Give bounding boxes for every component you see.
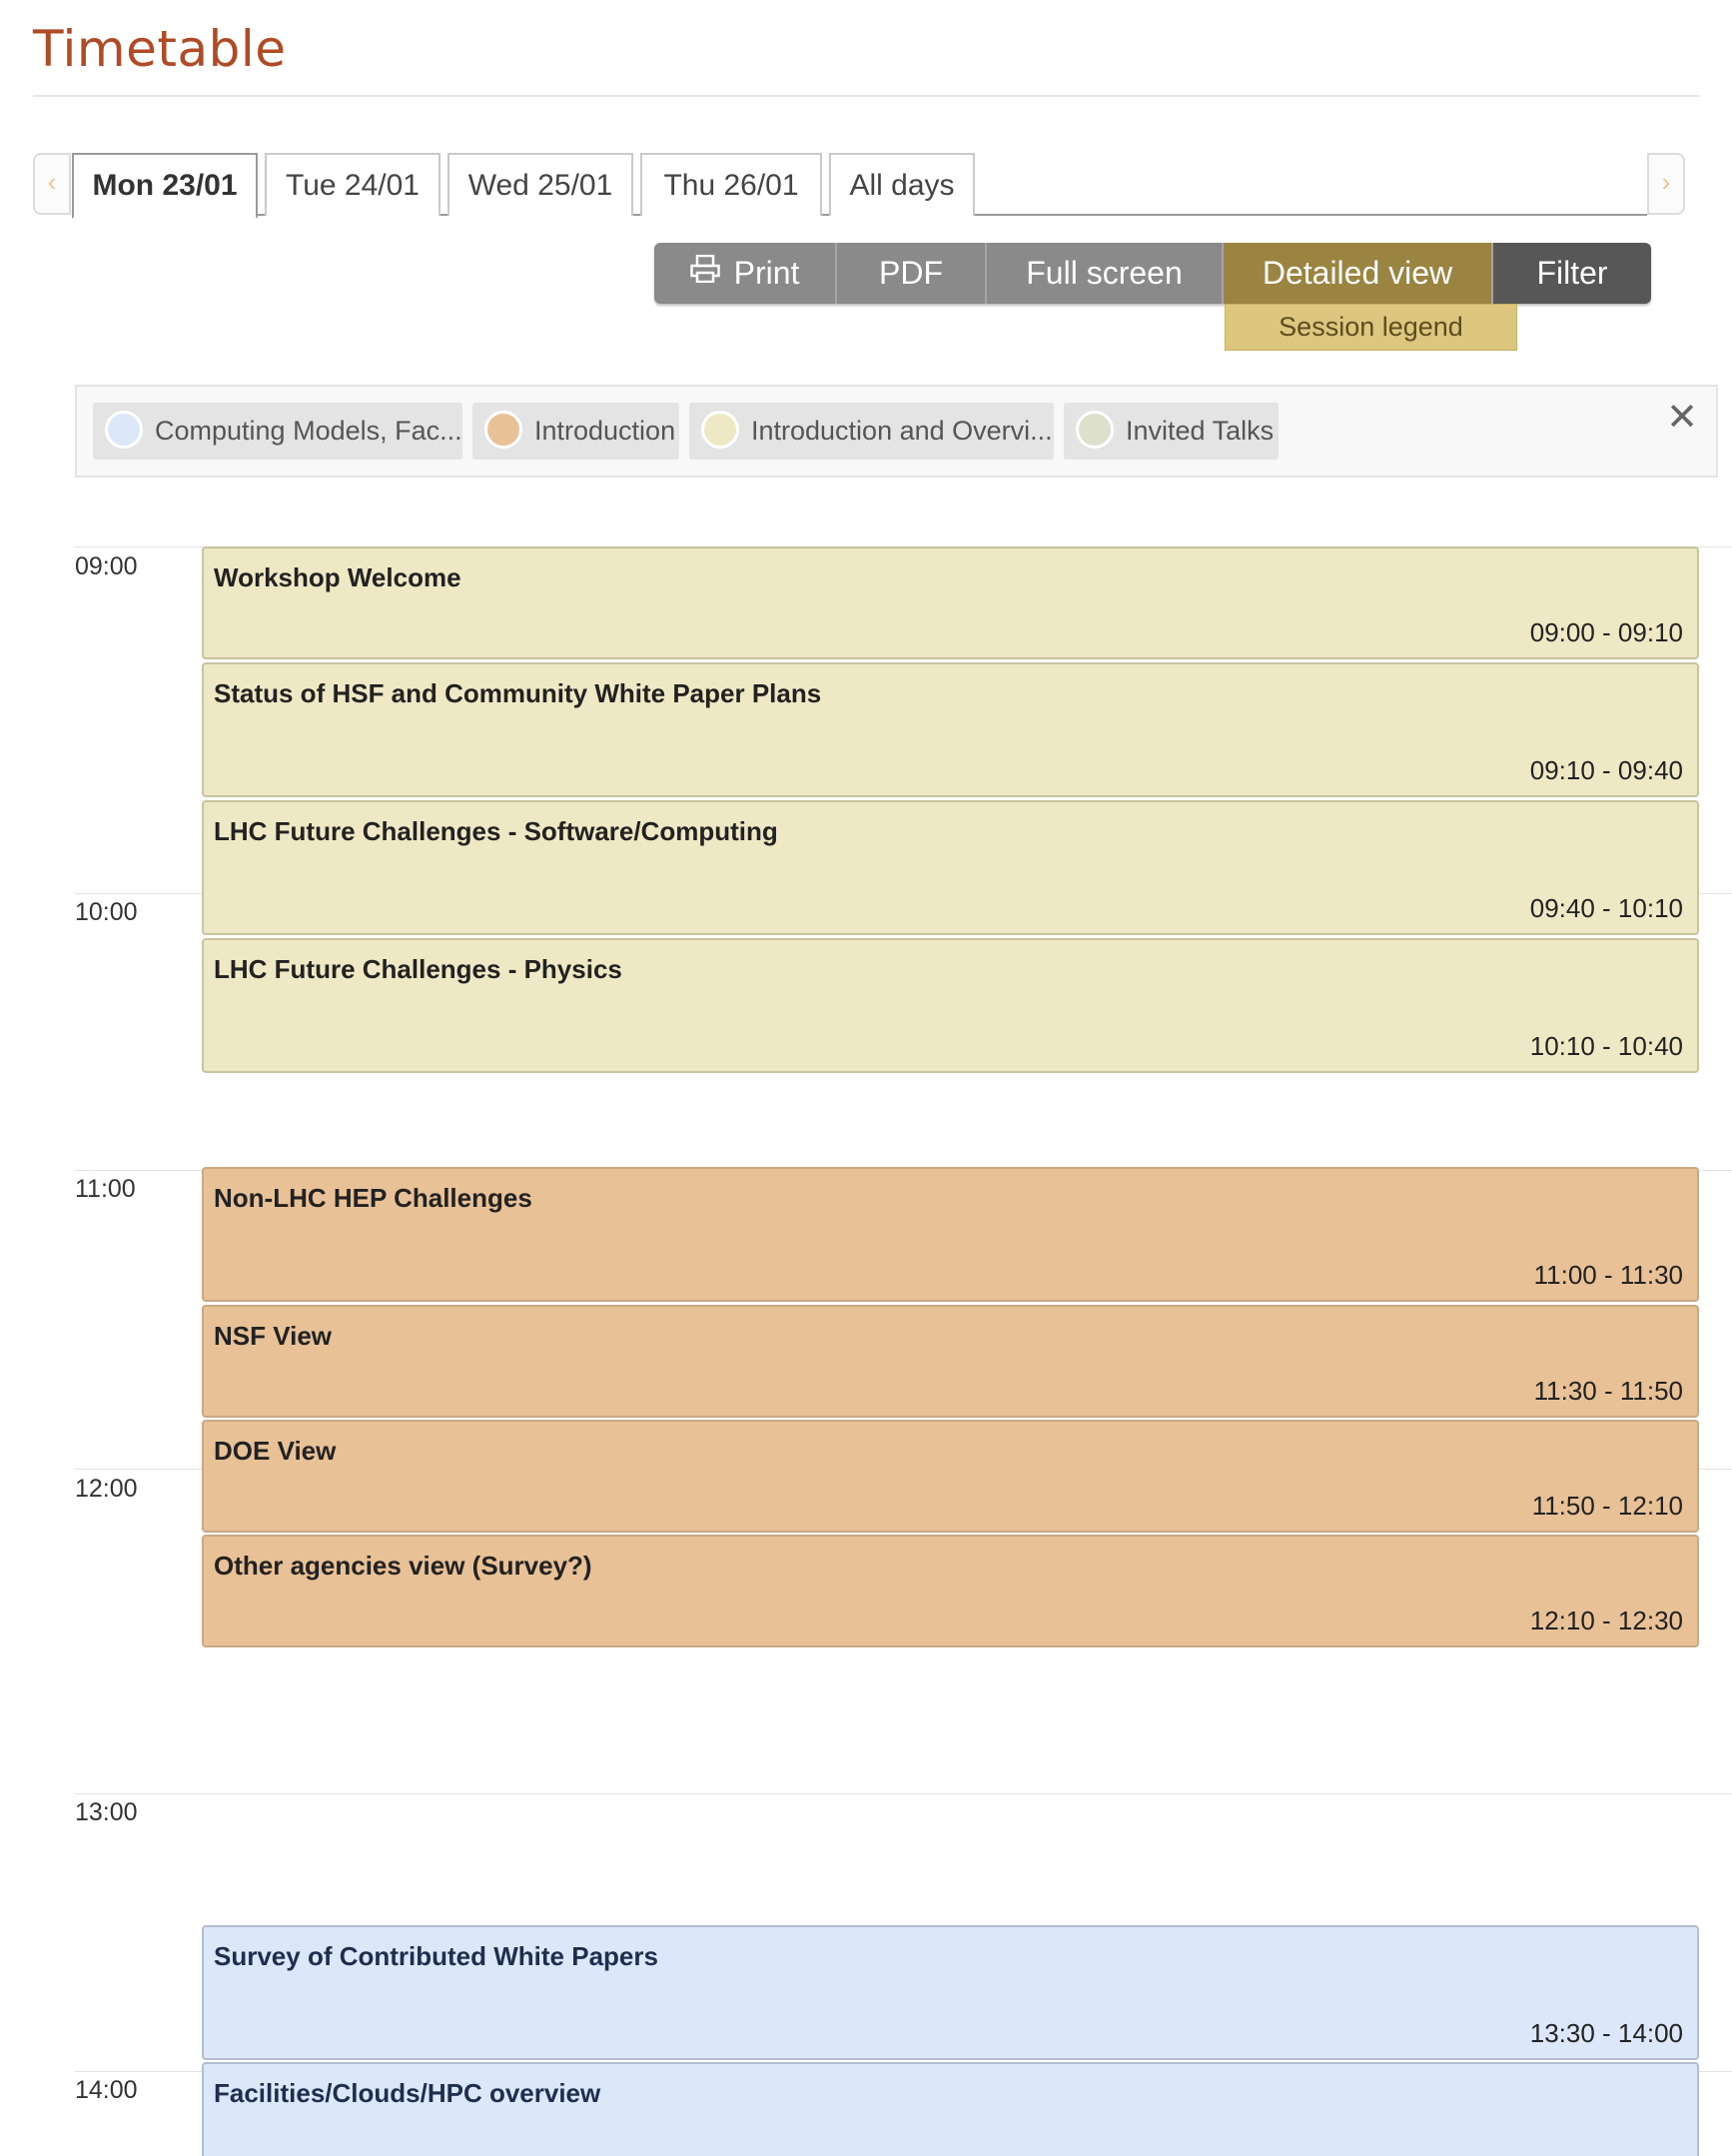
- hour-label: 10:00: [75, 898, 138, 926]
- entry-title: NSF View: [214, 1321, 333, 1351]
- entry-title: DOE View: [214, 1436, 337, 1466]
- timetable-entry[interactable]: NSF View 11:30 - 11:50: [202, 1305, 1699, 1418]
- hour-label: 09:00: [75, 552, 138, 580]
- tab-wed-25-01[interactable]: Wed 25/01: [447, 153, 633, 216]
- entry-time: 12:10 - 12:30: [1529, 1606, 1683, 1635]
- legend-label: Introduction: [534, 416, 676, 446]
- legend-item-introduction[interactable]: Introduction: [472, 403, 679, 460]
- hour-label: 13:00: [75, 1798, 138, 1826]
- full-screen-button[interactable]: Full screen: [987, 243, 1224, 304]
- legend-item-invited-talks[interactable]: Invited Talks: [1064, 403, 1279, 460]
- timetable-entry[interactable]: Workshop Welcome 09:00 - 09:10: [202, 546, 1699, 659]
- legend-swatch: [1076, 411, 1114, 449]
- pdf-button[interactable]: PDF: [837, 243, 987, 304]
- entry-time: 09:10 - 09:40: [1529, 755, 1683, 785]
- timetable-entry[interactable]: DOE View 11:50 - 12:10: [202, 1420, 1699, 1533]
- close-icon[interactable]: ✕: [1666, 395, 1698, 440]
- chevron-right-icon[interactable]: ›: [1647, 153, 1685, 215]
- entry-time: 10:10 - 10:40: [1529, 1031, 1683, 1061]
- title-divider: [33, 95, 1699, 97]
- legend-label: Introduction and Overvi...: [751, 416, 1053, 446]
- entry-time: 11:30 - 11:50: [1533, 1376, 1683, 1406]
- entry-title: LHC Future Challenges - Software/Computi…: [214, 816, 778, 846]
- printer-icon: [689, 243, 720, 303]
- entry-time: 11:00 - 11:30: [1533, 1260, 1683, 1290]
- tab-mon-23-01[interactable]: Mon 23/01: [72, 153, 258, 219]
- day-tabs: ‹ Mon 23/01 Tue 24/01 Wed 25/01 Thu 26/0…: [33, 153, 1685, 219]
- timetable-entry[interactable]: LHC Future Challenges - Physics 10:10 - …: [202, 938, 1699, 1073]
- legend-item-computing-models[interactable]: Computing Models, Fac...: [93, 403, 462, 460]
- legend-item-introduction-overview[interactable]: Introduction and Overvi...: [689, 403, 1054, 460]
- entry-title: Facilities/Clouds/HPC overview: [214, 2078, 601, 2108]
- entry-time: 13:30 - 14:00: [1529, 2018, 1683, 2048]
- filter-button[interactable]: Filter: [1493, 243, 1651, 304]
- entry-time: 09:40 - 10:10: [1529, 893, 1683, 923]
- entry-time: 09:00 - 09:10: [1529, 617, 1683, 647]
- entry-title: Status of HSF and Community White Paper …: [214, 678, 822, 708]
- session-legend-button[interactable]: Session legend: [1225, 304, 1517, 351]
- print-button[interactable]: Print: [654, 243, 837, 304]
- legend-swatch: [701, 411, 739, 449]
- timetable-entry[interactable]: Status of HSF and Community White Paper …: [202, 662, 1699, 797]
- hour-label: 14:00: [75, 2076, 138, 2104]
- legend-label: Computing Models, Fac...: [155, 416, 462, 446]
- entry-title: Workshop Welcome: [214, 562, 461, 592]
- tab-all-days[interactable]: All days: [829, 153, 975, 216]
- timetable-entry[interactable]: Other agencies view (Survey?) 12:10 - 12…: [202, 1535, 1699, 1647]
- page-title: Timetable: [33, 20, 287, 78]
- hour-line: [75, 1793, 1732, 1794]
- entry-title: LHC Future Challenges - Physics: [214, 954, 622, 984]
- detailed-view-button[interactable]: Detailed view: [1224, 243, 1493, 304]
- legend-swatch: [484, 411, 522, 449]
- print-label: Print: [733, 255, 800, 291]
- legend-swatch: [105, 411, 143, 449]
- chevron-left-icon[interactable]: ‹: [33, 153, 71, 215]
- hour-label: 12:00: [75, 1475, 138, 1503]
- tab-tue-24-01[interactable]: Tue 24/01: [265, 153, 440, 216]
- session-legend-panel: Computing Models, Fac... Introduction In…: [75, 385, 1718, 478]
- entry-title: Other agencies view (Survey?): [214, 1551, 592, 1581]
- legend-label: Invited Talks: [1126, 416, 1275, 446]
- timetable-entry[interactable]: Survey of Contributed White Papers 13:30…: [202, 1925, 1699, 2060]
- hour-label: 11:00: [75, 1175, 136, 1203]
- tab-thu-26-01[interactable]: Thu 26/01: [640, 153, 822, 216]
- entry-title: Survey of Contributed White Papers: [214, 1941, 658, 1971]
- timetable-entry[interactable]: Non-LHC HEP Challenges 11:00 - 11:30: [202, 1167, 1699, 1302]
- timetable-toolbar: Print PDF Full screen Detailed view Filt…: [654, 243, 1651, 304]
- timetable-entry[interactable]: LHC Future Challenges - Software/Computi…: [202, 800, 1699, 935]
- entry-time: 11:50 - 12:10: [1531, 1491, 1683, 1521]
- timetable-entry[interactable]: Facilities/Clouds/HPC overview: [202, 2062, 1699, 2156]
- entry-title: Non-LHC HEP Challenges: [214, 1183, 532, 1213]
